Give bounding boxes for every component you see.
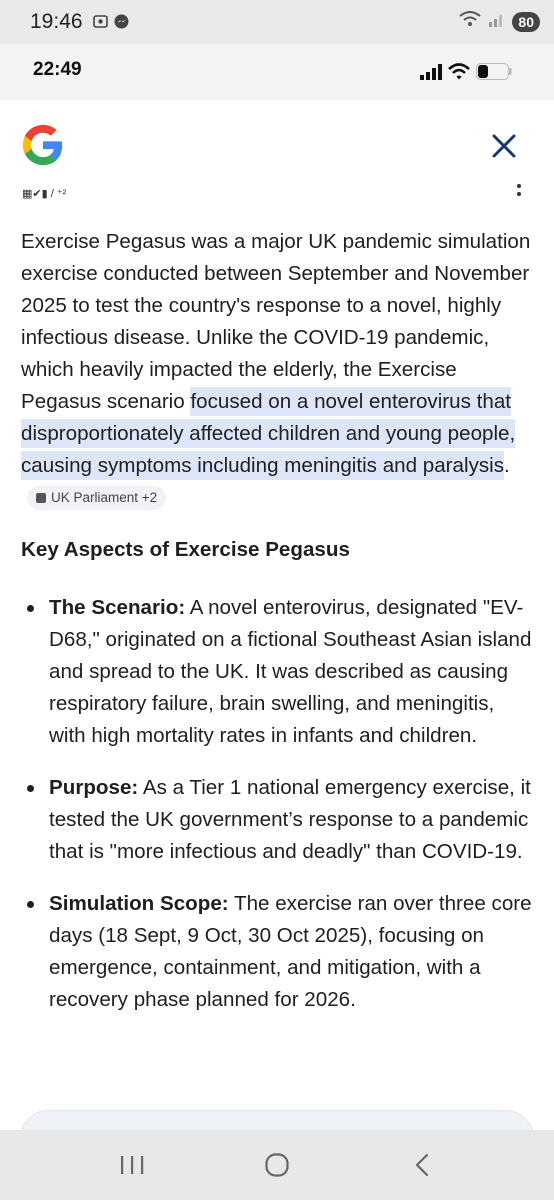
home-button[interactable] (257, 1145, 297, 1185)
section-heading: Key Aspects of Exercise Pegasus (21, 538, 350, 561)
source-chip[interactable]: UK Parliament +2 (27, 486, 167, 510)
battery-indicator: 80 (512, 11, 540, 32)
back-icon (415, 1153, 428, 1177)
cellular-signal-icon (420, 64, 442, 85)
ai-answer-header (0, 100, 554, 230)
bullet-label: The Scenario: (49, 596, 186, 619)
outer-status-time: 19:46 (30, 10, 83, 33)
answer-text-end: . (504, 454, 510, 477)
list-item: The Scenario: A novel enterovirus, desig… (21, 592, 536, 752)
wifi-calling-icon (458, 10, 482, 33)
answer-text: Exercise Pegasus was a major UK pandemic… (21, 230, 531, 413)
system-nav-bar (0, 1130, 554, 1200)
close-button[interactable] (488, 130, 520, 162)
back-button[interactable] (402, 1145, 442, 1185)
outer-status-right: 80 (458, 10, 540, 33)
notification-icons (92, 13, 130, 30)
recent-apps-icon (121, 1156, 144, 1174)
inner-status-icons (420, 63, 512, 85)
outer-status-bar: 19:46 80 (0, 0, 554, 44)
source-favicon-icon (36, 493, 46, 503)
recent-apps-button[interactable] (112, 1145, 152, 1185)
inner-status-time: 22:49 (33, 59, 82, 80)
key-aspects-list: The Scenario: A novel enterovirus, desig… (21, 592, 536, 1036)
bullet-label: Purpose: (49, 776, 139, 799)
more-options-icon[interactable] (512, 182, 526, 204)
source-strip: ▦✔▮ / ⁺² (22, 187, 67, 200)
list-item: Simulation Scope: The exercise ran over … (21, 888, 536, 1016)
battery-icon (476, 63, 512, 85)
list-item: Purpose: As a Tier 1 national emergency … (21, 772, 536, 868)
close-icon (492, 134, 516, 158)
answer-paragraph: Exercise Pegasus was a major UK pandemic… (21, 226, 536, 514)
inner-status-bar: 22:49 (0, 44, 554, 100)
wifi-icon (448, 63, 470, 85)
home-icon (265, 1153, 289, 1177)
messenger-icon (113, 13, 130, 30)
screenshot-icon (92, 13, 109, 30)
bullet-label: Simulation Scope: (49, 892, 229, 915)
signal-icon (488, 11, 506, 32)
google-logo-icon (22, 124, 63, 166)
source-chip-label: UK Parliament +2 (51, 490, 158, 505)
